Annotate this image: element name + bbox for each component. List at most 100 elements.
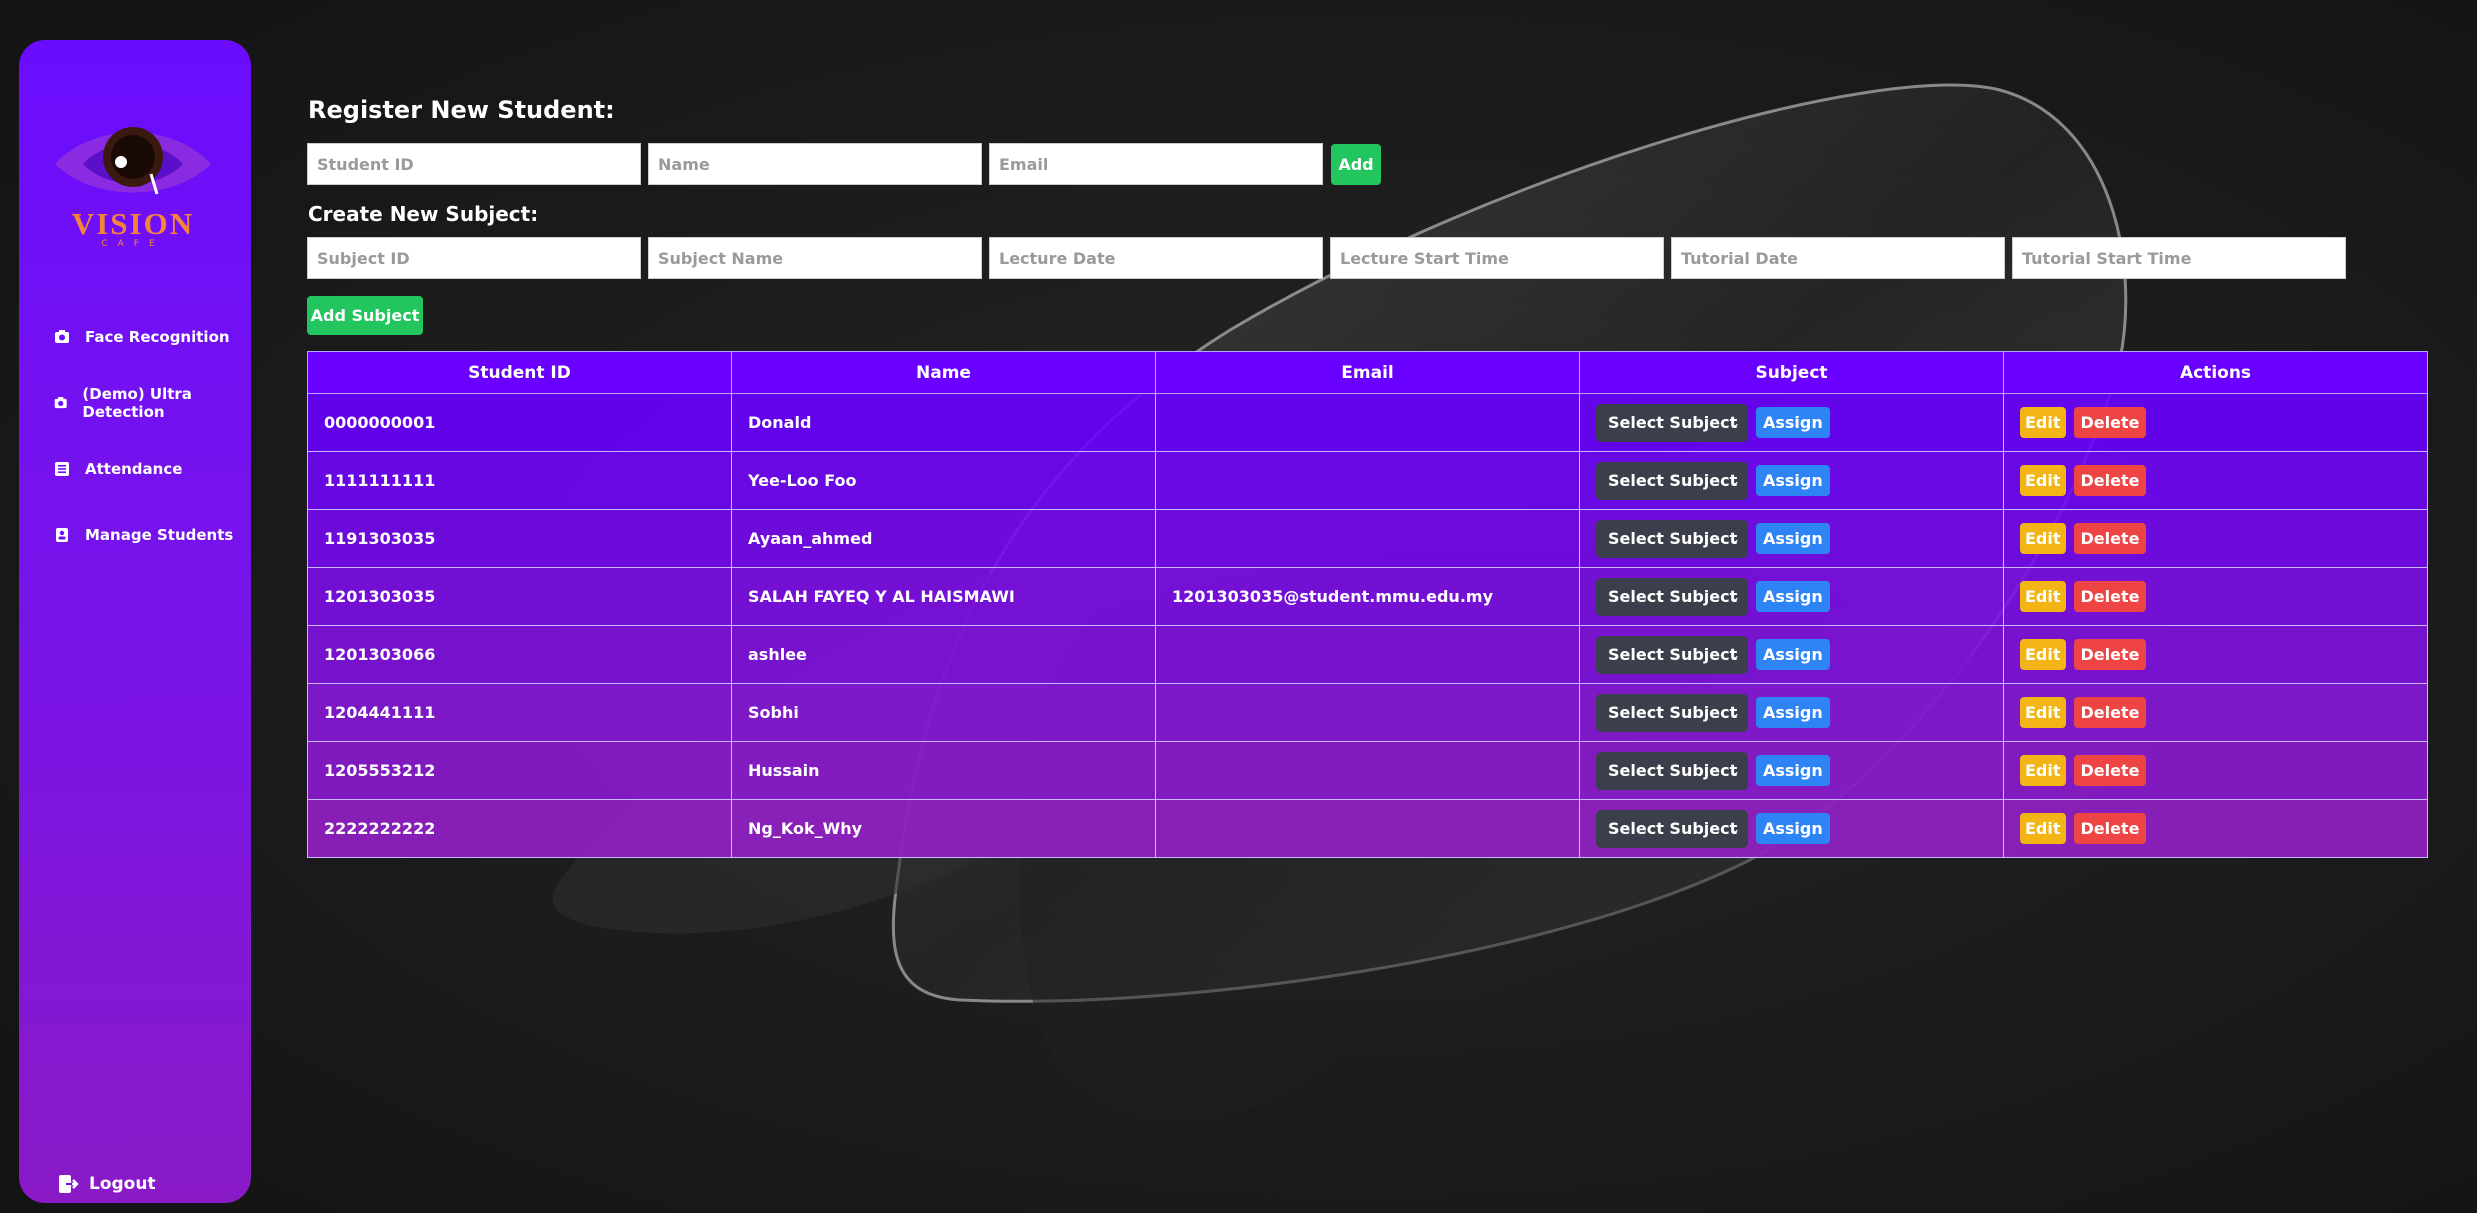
delete-button[interactable]: Delete xyxy=(2073,813,2147,844)
assign-button[interactable]: Assign xyxy=(1756,697,1830,728)
assign-button[interactable]: Assign xyxy=(1756,523,1830,554)
sidebar-item-face-recognition[interactable]: Face Recognition xyxy=(37,322,251,352)
cell-subject: Select Subject ⌄ Assign xyxy=(1579,451,2004,510)
cell-name: Yee-Loo Foo xyxy=(731,451,1156,510)
subject-select[interactable]: Select Subject ⌄ xyxy=(1596,809,1748,848)
assign-button[interactable]: Assign xyxy=(1756,465,1830,496)
subject-select[interactable]: Select Subject ⌄ xyxy=(1596,693,1748,732)
vision-cafe-logo[interactable]: VISION CAFE xyxy=(53,102,213,252)
cell-subject: Select Subject ⌄ Assign xyxy=(1579,741,2004,800)
edit-button[interactable]: Edit xyxy=(2020,755,2066,786)
lecture-start-time-input[interactable] xyxy=(1330,237,1664,279)
add-student-button[interactable]: Add xyxy=(1331,144,1381,185)
edit-button[interactable]: Edit xyxy=(2020,523,2066,554)
column-header-name: Name xyxy=(731,351,1156,394)
cell-subject: Select Subject ⌄ Assign xyxy=(1579,683,2004,742)
tutorial-start-time-input[interactable] xyxy=(2012,237,2346,279)
cell-student-id: 1201303066 xyxy=(307,625,732,684)
subject-select-value: Select Subject xyxy=(1608,528,1738,548)
sidebar-item-label: (Demo) Ultra Detection xyxy=(82,385,192,421)
subject-name-input[interactable] xyxy=(648,237,982,279)
subject-select-value: Select Subject xyxy=(1608,470,1738,490)
subject-select[interactable]: Select Subject ⌄ xyxy=(1596,751,1748,790)
chevron-down-icon: ⌄ xyxy=(1729,821,1740,836)
delete-button[interactable]: Delete xyxy=(2073,523,2147,554)
table-row: 1111111111 Yee-Loo Foo Select Subject ⌄ Assi… xyxy=(307,451,2428,510)
sidebar-item-label: Face Recognition xyxy=(85,328,230,346)
chevron-down-icon: ⌄ xyxy=(1729,531,1740,546)
cell-name: Ayaan_ahmed xyxy=(731,509,1156,568)
subject-select[interactable]: Select Subject ⌄ xyxy=(1596,403,1748,442)
sidebar-item-attendance[interactable]: Attendance xyxy=(37,454,251,484)
assign-button[interactable]: Assign xyxy=(1756,407,1830,438)
chevron-down-icon: ⌄ xyxy=(1729,647,1740,662)
edit-button[interactable]: Edit xyxy=(2020,465,2066,496)
cell-email xyxy=(1155,451,1580,510)
cell-actions: Edit Delete xyxy=(2003,625,2428,684)
delete-button[interactable]: Delete xyxy=(2073,697,2147,728)
subject-select[interactable]: Select Subject ⌄ xyxy=(1596,461,1748,500)
table-row: 1204441111 Sobhi Select Subject ⌄ Assign Edit… xyxy=(307,683,2428,742)
sidebar-item-ultra-detection[interactable]: (Demo) Ultra Detection xyxy=(37,385,251,421)
camera-icon xyxy=(55,330,69,343)
cell-email: 1201303035@student.mmu.edu.my xyxy=(1155,567,1580,626)
assign-button[interactable]: Assign xyxy=(1756,813,1830,844)
column-header-subject: Subject xyxy=(1579,351,2004,394)
cell-actions: Edit Delete xyxy=(2003,393,2428,452)
subject-select[interactable]: Select Subject ⌄ xyxy=(1596,519,1748,558)
chevron-down-icon: ⌄ xyxy=(1729,763,1740,778)
logout-button[interactable]: Logout xyxy=(39,1173,156,1195)
cell-name: SALAH FAYEQ Y AL HAISMAWI xyxy=(731,567,1156,626)
cell-email xyxy=(1155,393,1580,452)
cell-student-id: 1204441111 xyxy=(307,683,732,742)
logout-label: Logout xyxy=(89,1174,156,1194)
edit-button[interactable]: Edit xyxy=(2020,581,2066,612)
delete-button[interactable]: Delete xyxy=(2073,581,2147,612)
cell-actions: Edit Delete xyxy=(2003,509,2428,568)
add-subject-button[interactable]: Add Subject xyxy=(307,296,423,335)
subject-select-value: Select Subject xyxy=(1608,818,1738,838)
cell-name: ashlee xyxy=(731,625,1156,684)
student-id-input[interactable] xyxy=(307,143,641,185)
table-body: 0000000001 Donald Select Subject ⌄ Assign Edi… xyxy=(307,393,2428,858)
logout-icon xyxy=(59,1175,79,1193)
subject-select[interactable]: Select Subject ⌄ xyxy=(1596,635,1748,674)
lecture-date-input[interactable] xyxy=(989,237,1323,279)
edit-button[interactable]: Edit xyxy=(2020,639,2066,670)
cell-email xyxy=(1155,509,1580,568)
assign-button[interactable]: Assign xyxy=(1756,581,1830,612)
delete-button[interactable]: Delete xyxy=(2073,755,2147,786)
cell-actions: Edit Delete xyxy=(2003,741,2428,800)
table-row: 0000000001 Donald Select Subject ⌄ Assign Edi… xyxy=(307,393,2428,452)
cell-name: Sobhi xyxy=(731,683,1156,742)
subject-id-input[interactable] xyxy=(307,237,641,279)
subject-select-value: Select Subject xyxy=(1608,702,1738,722)
subject-select[interactable]: Select Subject ⌄ xyxy=(1596,577,1748,616)
tutorial-date-input[interactable] xyxy=(1671,237,2005,279)
assign-button[interactable]: Assign xyxy=(1756,755,1830,786)
subject-select-value: Select Subject xyxy=(1608,644,1738,664)
cell-email xyxy=(1155,625,1580,684)
delete-button[interactable]: Delete xyxy=(2073,407,2147,438)
subject-select-value: Select Subject xyxy=(1608,412,1738,432)
cell-name: Ng_Kok_Why xyxy=(731,799,1156,858)
chevron-down-icon: ⌄ xyxy=(1729,705,1740,720)
chevron-down-icon: ⌄ xyxy=(1729,415,1740,430)
table-header-row: Student ID Name Email Subject Actions xyxy=(307,351,2428,394)
cell-subject: Select Subject ⌄ Assign xyxy=(1579,509,2004,568)
logo-subtext: CAFE xyxy=(101,239,165,249)
sidebar-item-manage-students[interactable]: Manage Students xyxy=(37,520,251,550)
cell-student-id: 1191303035 xyxy=(307,509,732,568)
delete-button[interactable]: Delete xyxy=(2073,639,2147,670)
student-name-input[interactable] xyxy=(648,143,982,185)
edit-button[interactable]: Edit xyxy=(2020,697,2066,728)
edit-button[interactable]: Edit xyxy=(2020,813,2066,844)
edit-button[interactable]: Edit xyxy=(2020,407,2066,438)
delete-button[interactable]: Delete xyxy=(2073,465,2147,496)
register-student-heading: Register New Student: xyxy=(308,96,615,124)
sidebar-item-label: Attendance xyxy=(85,460,183,478)
student-email-input[interactable] xyxy=(989,143,1323,185)
list-icon xyxy=(55,462,69,476)
camera-icon xyxy=(54,397,67,409)
assign-button[interactable]: Assign xyxy=(1756,639,1830,670)
